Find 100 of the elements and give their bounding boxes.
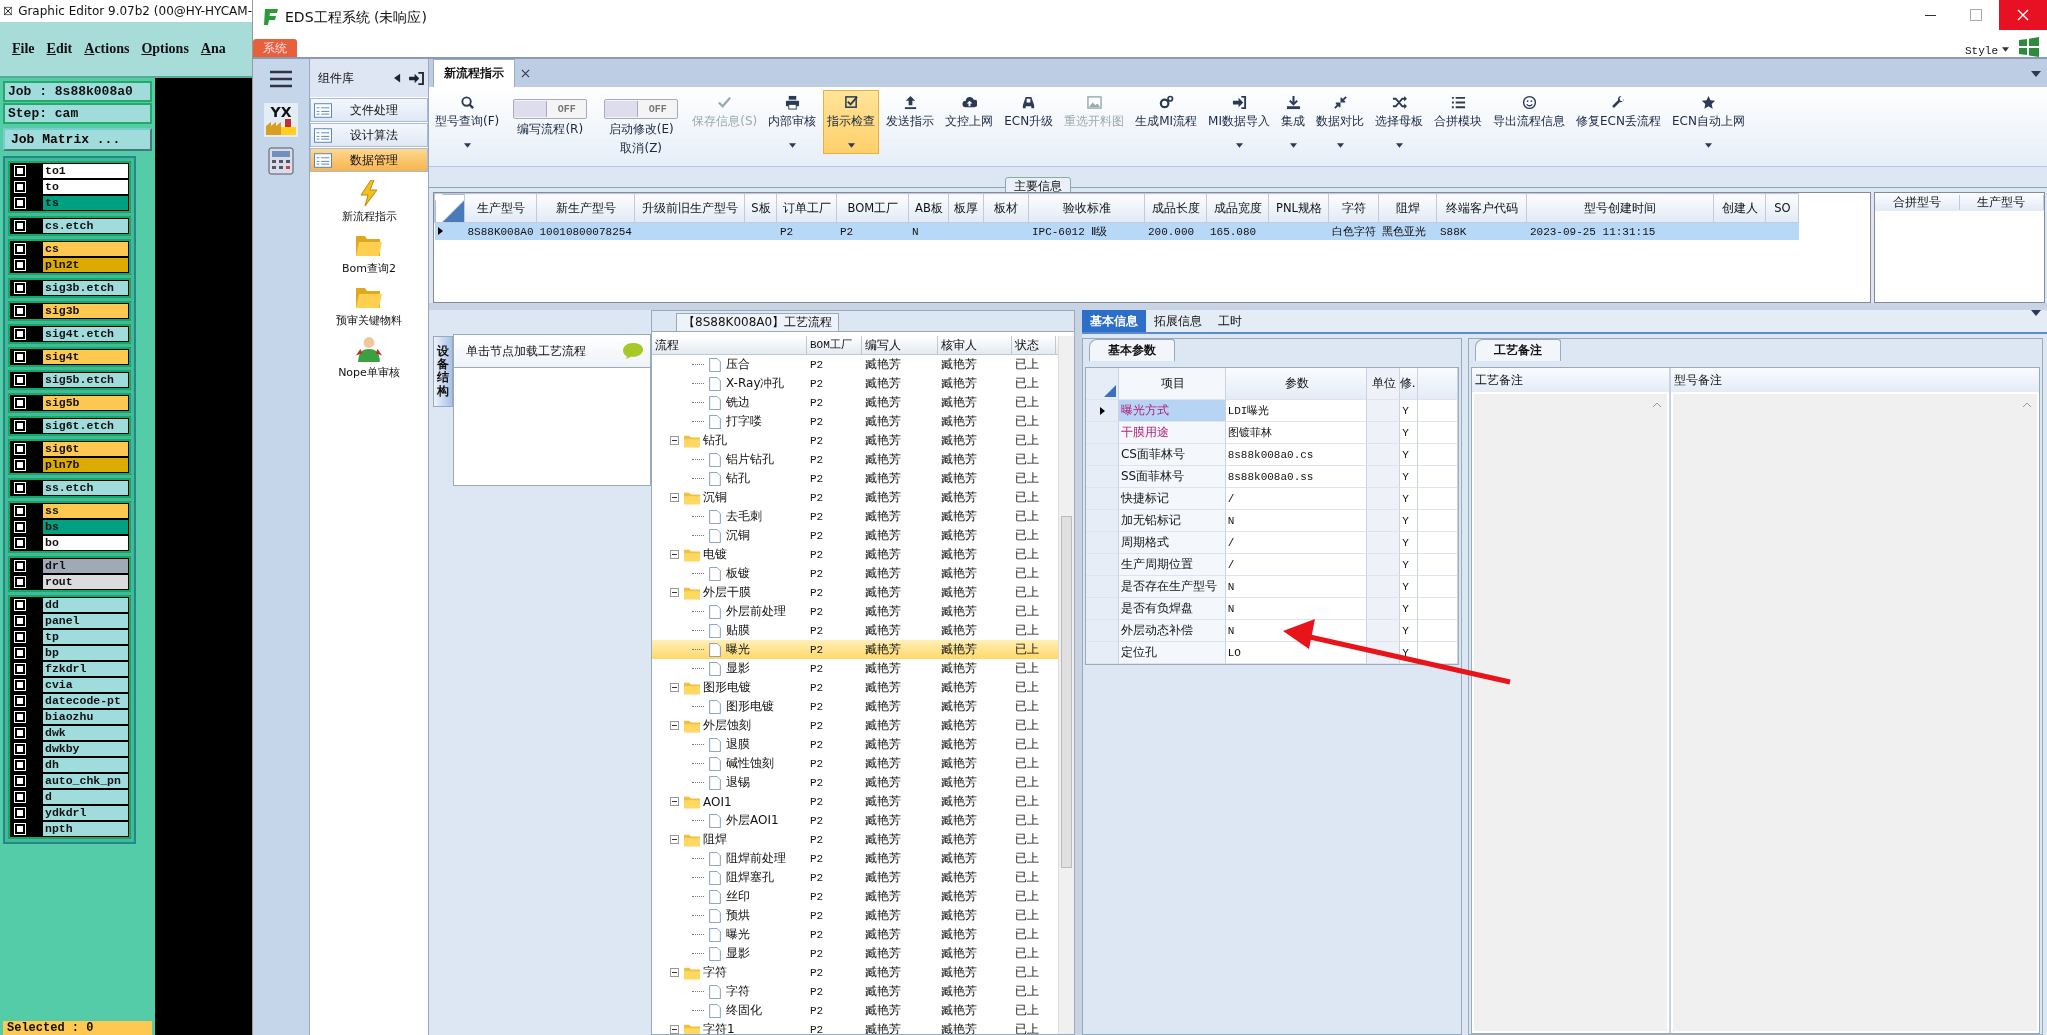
tree-row[interactable]: 阻焊塞孔 P2 臧艳芳 臧艳芳 已上 xyxy=(652,868,1058,887)
layer-checkbox[interactable] xyxy=(15,352,25,362)
column-header[interactable]: 订单工厂 xyxy=(776,193,837,223)
tree-row[interactable]: 字符 P2 臧艳芳 臧艳芳 已上 xyxy=(652,963,1058,982)
collapse-icon[interactable] xyxy=(670,550,679,559)
collapse-icon[interactable] xyxy=(670,588,679,597)
layer-name[interactable]: dwk xyxy=(42,725,129,741)
layer-checkbox[interactable] xyxy=(15,166,25,176)
collapse-left-icon[interactable] xyxy=(394,73,401,83)
layer-name[interactable]: bs xyxy=(42,519,129,535)
caret-icon[interactable] xyxy=(1395,143,1403,148)
caret-icon[interactable] xyxy=(847,143,855,148)
table-cell[interactable] xyxy=(1367,576,1401,598)
module-launcher[interactable]: 预审关键物料 xyxy=(310,284,428,328)
table-cell[interactable]: 快捷标记 xyxy=(1118,488,1226,510)
layer-checkbox[interactable] xyxy=(15,538,25,548)
caret-icon[interactable] xyxy=(1235,143,1243,148)
column-header[interactable]: 终端客户代码 xyxy=(1436,193,1527,223)
calculator-icon[interactable] xyxy=(268,147,294,175)
caret-icon[interactable] xyxy=(463,143,471,148)
layer-name[interactable]: npth xyxy=(42,821,129,837)
tree-row[interactable]: 压合 P2 臧艳芳 臧艳芳 已上 xyxy=(652,355,1058,374)
collapse-icon[interactable] xyxy=(670,968,679,977)
column-header[interactable]: 核审人 xyxy=(938,336,1012,354)
layer-name[interactable]: bo xyxy=(42,535,129,551)
tree-row[interactable]: 钻孔 P2 臧艳芳 臧艳芳 已上 xyxy=(652,469,1058,488)
layer-name[interactable]: pln2t xyxy=(42,257,129,273)
layer-checkbox[interactable] xyxy=(15,283,25,293)
tree-row[interactable]: 外层蚀刻 P2 臧艳芳 臧艳芳 已上 xyxy=(652,716,1058,735)
table-cell[interactable]: 曝光方式 xyxy=(1118,400,1226,422)
layer-checkbox[interactable] xyxy=(15,506,25,516)
column-header[interactable]: 板材 xyxy=(983,193,1029,223)
column-header[interactable]: BOM工厂 xyxy=(836,193,909,223)
layer-checkbox[interactable] xyxy=(15,680,25,690)
layer-name[interactable]: panel xyxy=(42,613,129,629)
scrollbar[interactable] xyxy=(1058,336,1074,1034)
table-cell[interactable]: 加无铅标记 xyxy=(1118,510,1226,532)
menu-item[interactable]: Actions xyxy=(84,41,130,57)
layer-checkbox[interactable] xyxy=(15,744,25,754)
caret-icon[interactable] xyxy=(2002,47,2009,52)
layer-checkbox[interactable] xyxy=(15,808,25,818)
column-header[interactable]: 编写人 xyxy=(862,336,938,354)
column-header[interactable]: 新生产型号 xyxy=(536,193,635,223)
layer-name[interactable]: dd xyxy=(42,597,129,613)
column-header[interactable]: 板厚 xyxy=(948,193,984,223)
layer-checkbox[interactable] xyxy=(15,728,25,738)
column-header[interactable]: 型号创建时间 xyxy=(1526,193,1714,223)
tree-row[interactable]: 退锡 P2 臧艳芳 臧艳芳 已上 xyxy=(652,773,1058,792)
layer-checkbox[interactable] xyxy=(15,398,25,408)
toolbar-button[interactable]: 修复ECN丢流程 xyxy=(1572,90,1665,154)
tab[interactable]: 工时 xyxy=(1210,310,1250,332)
tree-row[interactable]: 终固化 P2 臧艳芳 臧艳芳 已上 xyxy=(652,1001,1058,1020)
tree-row[interactable]: 铝片钻孔 P2 臧艳芳 臧艳芳 已上 xyxy=(652,450,1058,469)
menu-item[interactable]: Ana xyxy=(200,41,226,57)
library-item[interactable]: 数据管理 xyxy=(310,148,428,172)
column-header[interactable]: 状态 xyxy=(1012,336,1056,354)
tree-row[interactable]: AOI1 P2 臧艳芳 臧艳芳 已上 xyxy=(652,792,1058,811)
layer-name[interactable]: dwkby xyxy=(42,741,129,757)
select-all-icon[interactable] xyxy=(434,193,465,223)
toolbar-button[interactable]: 发送指示 xyxy=(882,90,939,154)
column-header[interactable]: 升级前旧生产型号 xyxy=(634,193,745,223)
column-header[interactable]: 成品宽度 xyxy=(1206,193,1269,223)
layer-name[interactable]: dh xyxy=(42,757,129,773)
collapse-icon[interactable] xyxy=(670,436,679,445)
tree-row[interactable]: 曝光 P2 臧艳芳 臧艳芳 已上 xyxy=(652,640,1058,659)
layer-checkbox[interactable] xyxy=(15,616,25,626)
layer-name[interactable]: sig4t xyxy=(42,349,129,365)
column-header[interactable]: S板 xyxy=(744,193,777,223)
layer-checkbox[interactable] xyxy=(15,221,25,231)
menu-item[interactable]: Options xyxy=(141,41,189,57)
column-header[interactable]: 型号备注 xyxy=(1671,368,2039,392)
layer-checkbox[interactable] xyxy=(15,632,25,642)
table-cell[interactable]: 外层动态补偿 xyxy=(1118,620,1226,642)
collapse-icon[interactable] xyxy=(670,797,679,806)
layer-checkbox[interactable] xyxy=(15,792,25,802)
table-cell[interactable] xyxy=(1367,400,1401,422)
layer-name[interactable]: bp xyxy=(42,645,129,661)
toolbar-button[interactable]: ECN升级 xyxy=(1000,90,1058,154)
sign-in-icon[interactable] xyxy=(409,71,424,85)
row-header[interactable] xyxy=(1086,400,1119,422)
layer-name[interactable]: sig3b.etch xyxy=(42,280,129,296)
toolbar-button[interactable]: 文控上网 xyxy=(941,90,998,154)
layer-name[interactable]: biaozhu xyxy=(42,709,129,725)
layer-name[interactable]: d xyxy=(42,789,129,805)
layer-checkbox[interactable] xyxy=(15,577,25,587)
layer-name[interactable]: rout xyxy=(42,574,129,590)
collapse-icon[interactable] xyxy=(670,1025,679,1034)
layer-checkbox[interactable] xyxy=(15,776,25,786)
toolbar-button[interactable]: 型号查询(F) xyxy=(431,90,504,154)
switch[interactable]: OFF xyxy=(513,99,588,119)
module-launcher[interactable]: Bom查询2 xyxy=(310,232,428,276)
tree-row[interactable]: 预烘 P2 臧艳芳 臧艳芳 已上 xyxy=(652,906,1058,925)
caret-icon[interactable] xyxy=(1704,143,1712,148)
layer-name[interactable]: ydkdrl xyxy=(42,805,129,821)
layer-name[interactable]: drl xyxy=(42,558,129,574)
tab[interactable]: 拓展信息 xyxy=(1146,310,1210,332)
column-header[interactable]: 阻焊 xyxy=(1378,193,1437,223)
caret-icon[interactable] xyxy=(788,143,796,148)
tree-row[interactable]: 打字喽 P2 臧艳芳 臧艳芳 已上 xyxy=(652,412,1058,431)
table-cell[interactable]: 定位孔 xyxy=(1118,642,1226,664)
